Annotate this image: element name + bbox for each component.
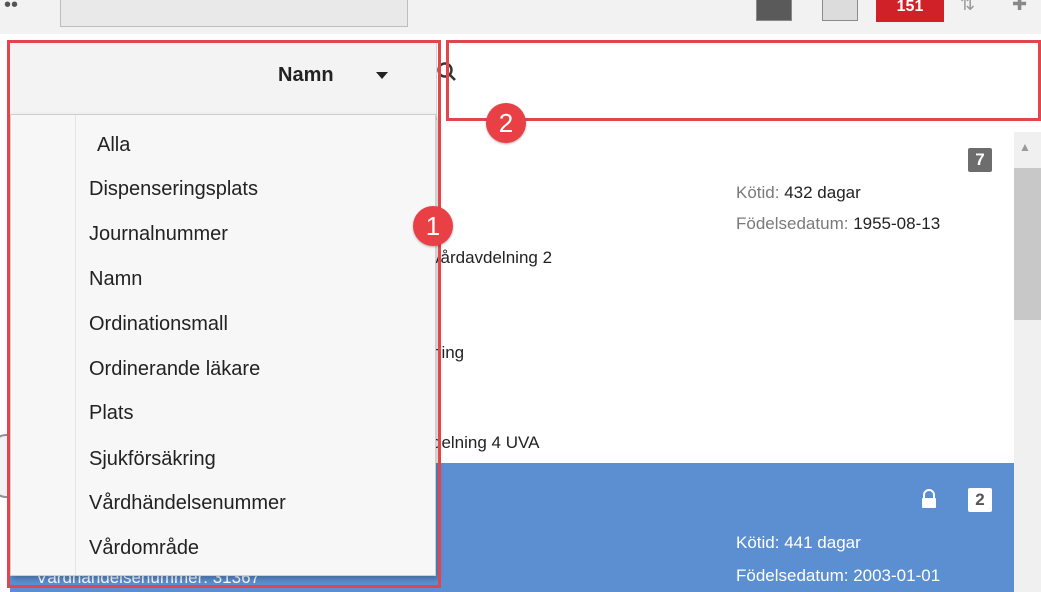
ward-text: delning 4 UVA: [432, 433, 540, 452]
callout-badge-2: 2: [486, 103, 526, 143]
pin-icon[interactable]: ✚: [1012, 0, 1027, 15]
wait-time-label: Kötid:: [736, 183, 780, 202]
top-field[interactable]: [60, 0, 408, 27]
patient-count-badge: 7: [968, 148, 992, 172]
sort-icon[interactable]: ⇅: [960, 0, 975, 15]
callout-frame-2: [446, 40, 1041, 121]
scrollbar-thumb[interactable]: [1014, 168, 1041, 320]
wait-time-value: 432 dagar: [784, 183, 861, 202]
birth-date: Födelsedatum: 1955-08-13: [736, 214, 940, 234]
birth-date-value: 2003-01-01: [853, 566, 941, 585]
birth-date-value: 1955-08-13: [853, 214, 941, 233]
callout-badge-1: 1: [413, 206, 453, 246]
wait-time-value: 441 dagar: [784, 533, 861, 552]
wait-time-label: Kötid:: [736, 533, 780, 552]
wait-time: Kötid: 441 dagar: [736, 533, 861, 553]
birth-date: Födelsedatum: 2003-01-01: [736, 566, 940, 586]
lock-icon: [918, 488, 940, 510]
scroll-up-icon[interactable]: ▲: [1019, 140, 1031, 154]
menu-icon[interactable]: ••: [4, 0, 18, 17]
birth-date-label: Födelsedatum:: [736, 566, 849, 585]
list-view-icon[interactable]: [756, 0, 792, 21]
ward-text: vårdavdelning 2: [432, 248, 553, 267]
grid-view-icon[interactable]: [822, 0, 858, 21]
birth-date-label: Födelsedatum:: [736, 214, 849, 233]
patient-count-badge: 2: [968, 488, 992, 512]
count-badge[interactable]: 151: [876, 0, 944, 22]
callout-frame-1: [7, 40, 441, 588]
wait-time: Kötid: 432 dagar: [736, 183, 861, 203]
